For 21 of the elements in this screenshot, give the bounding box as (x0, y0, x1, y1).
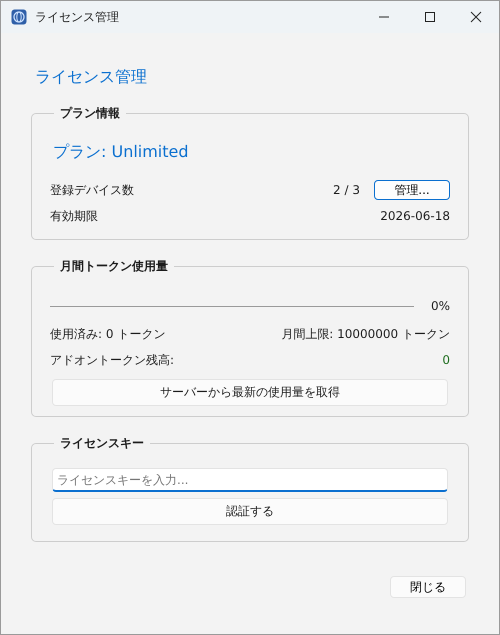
close-button[interactable]: 閉じる (390, 576, 466, 598)
group-title: プラン情報 (59, 105, 121, 122)
group-title: ライセンスキー (59, 435, 145, 452)
field-value: 0 (442, 353, 450, 367)
manage-button[interactable]: 管理... (374, 180, 450, 200)
window-title: ライセンス管理 (35, 8, 120, 26)
page-heading: ライセンス管理 (35, 67, 148, 88)
app-icon (11, 9, 27, 25)
field-value: 2 / 3 (333, 183, 360, 197)
used-tokens: 使用済み: 0 トークン (50, 326, 166, 342)
verify-button[interactable]: 認証する (52, 498, 448, 525)
percent-label: 0% (430, 299, 450, 313)
field-value: 2026-06-18 (380, 209, 450, 223)
group-title: 月間トークン使用量 (59, 258, 169, 275)
field-label: 登録デバイス数 (50, 182, 134, 198)
field-label: アドオントークン残高: (50, 352, 174, 368)
monthly-limit: 月間上限: 10000000 トークン (281, 326, 450, 342)
license-key-field[interactable]: ライセンスキーを入力... (52, 468, 448, 492)
plan-name: プラン: Unlimited (53, 142, 190, 163)
field-label: 有効期限 (50, 208, 98, 224)
refresh-button[interactable]: サーバーから最新の使用量を取得 (52, 379, 448, 406)
